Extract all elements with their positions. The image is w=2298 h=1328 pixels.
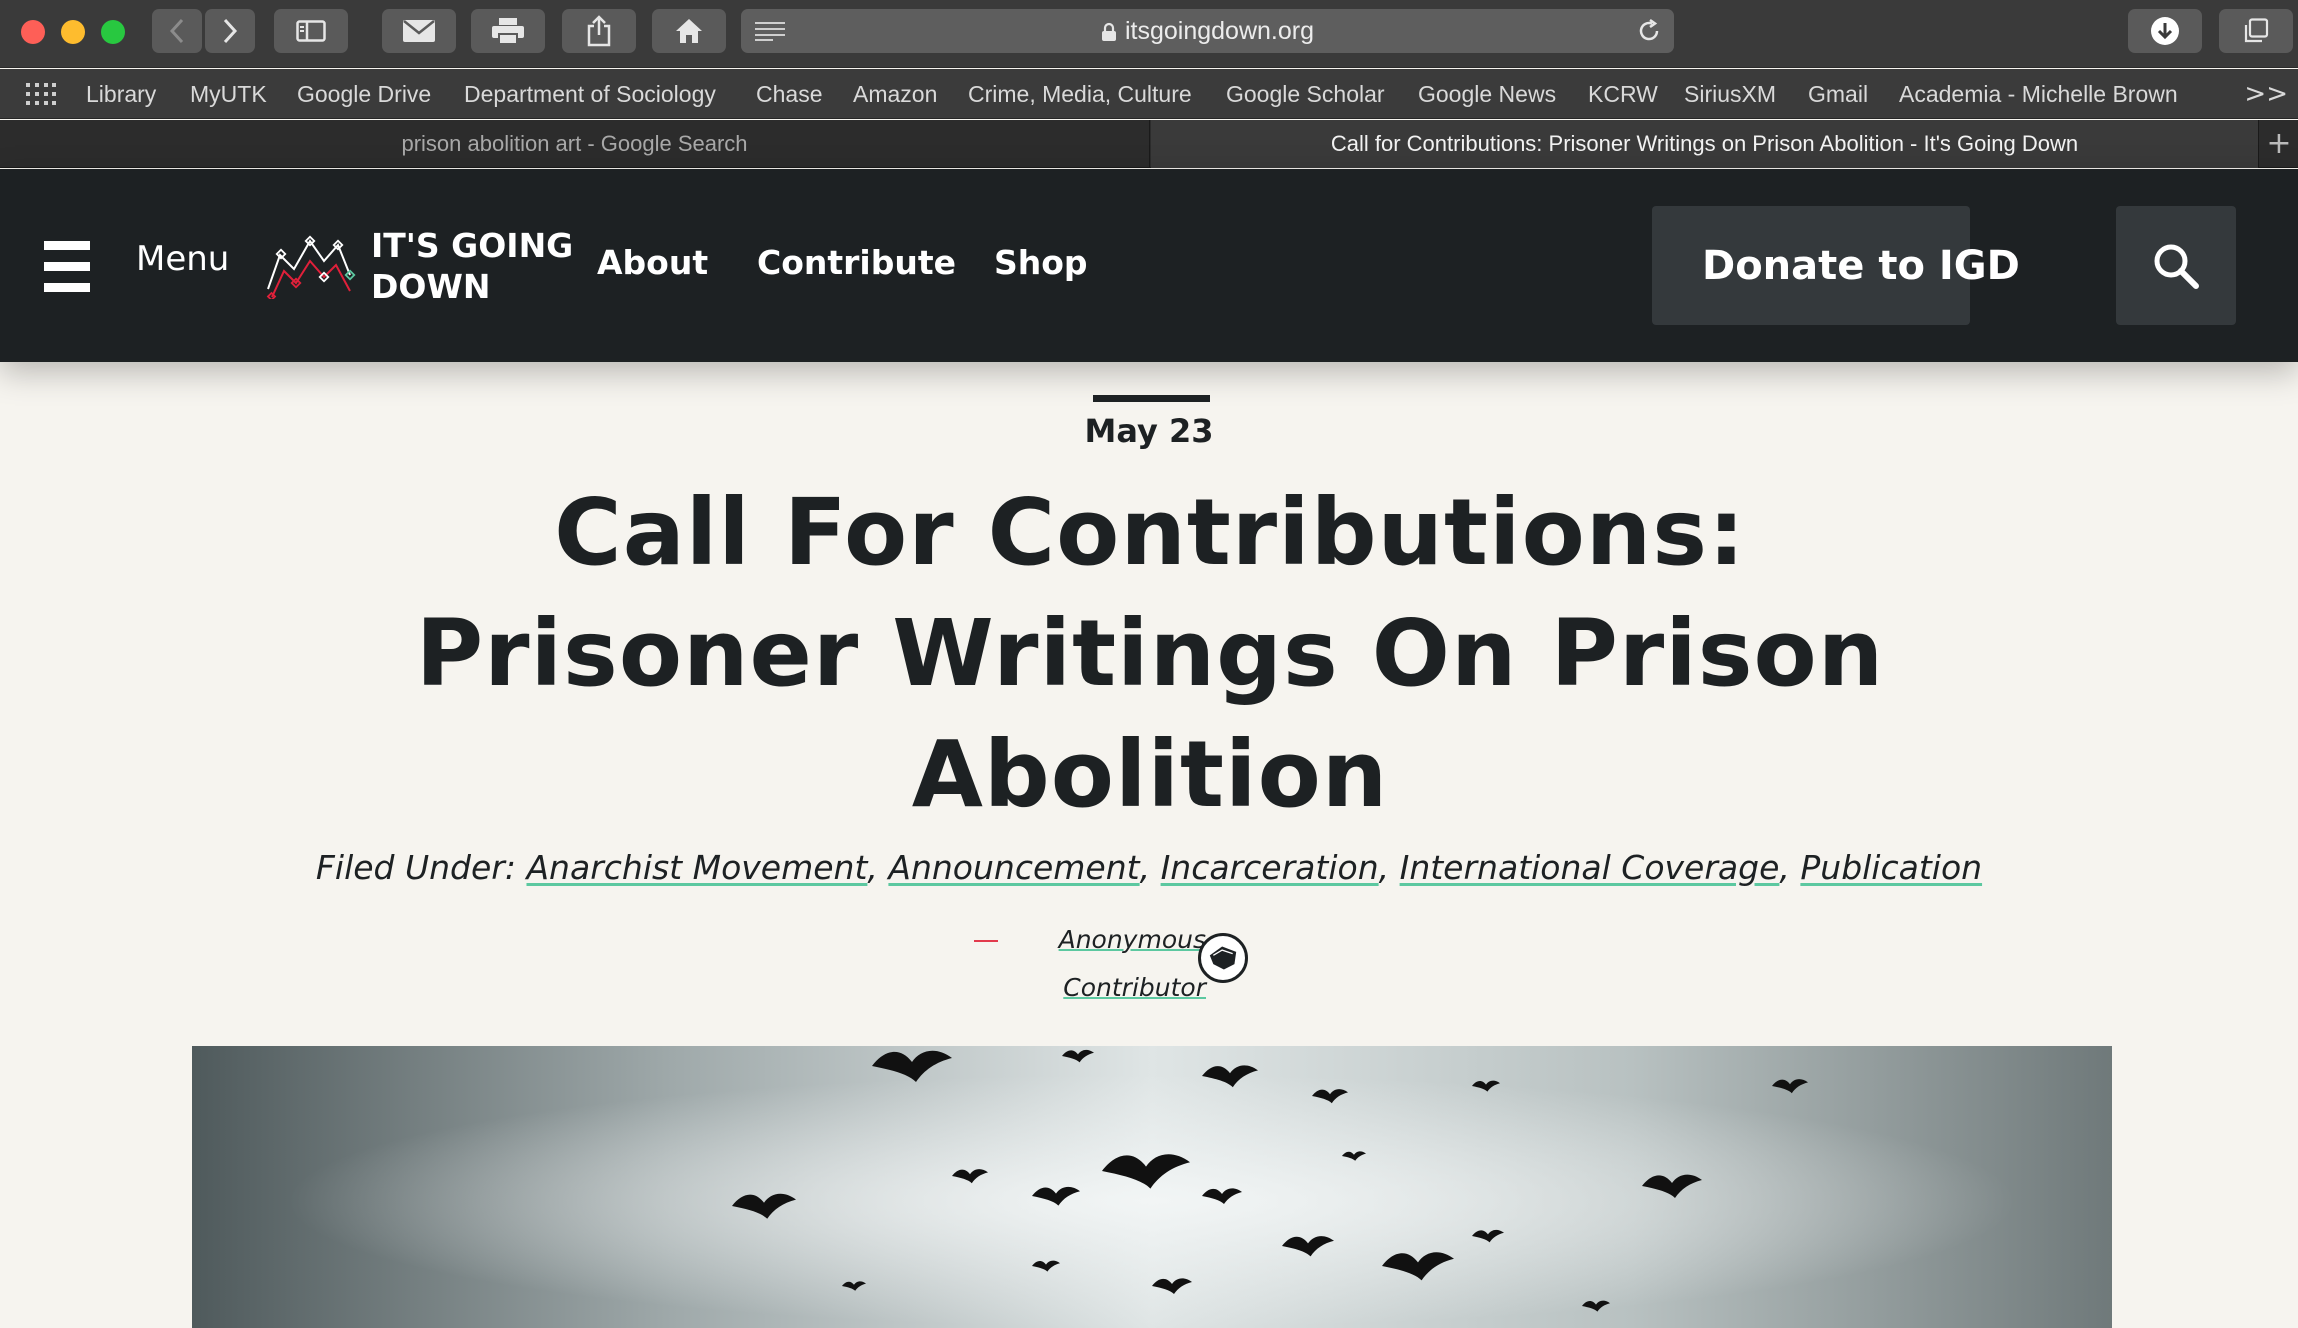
hamburger-menu-icon[interactable]: [44, 241, 90, 293]
author-dash: [974, 940, 998, 942]
address-bar[interactable]: itsgoingdown.org: [741, 9, 1674, 53]
new-tab-button[interactable]: +: [2260, 120, 2298, 168]
igd-logo-icon[interactable]: [266, 231, 356, 299]
bookmark-academia[interactable]: Academia - Michelle Brown: [1899, 69, 2178, 119]
search-button[interactable]: [2116, 206, 2236, 325]
download-icon: [2151, 17, 2179, 45]
tab-google-search[interactable]: prison abolition art - Google Search: [0, 120, 1150, 168]
bookmark-crime-media-culture[interactable]: Crime, Media, Culture: [968, 69, 1192, 119]
sidebar-icon: [296, 20, 326, 42]
site-header: Menu IT'S GOING DOWN About Contribute Sh…: [0, 169, 2298, 362]
home-button[interactable]: [652, 9, 726, 53]
bookmarks-bar: Library MyUTK Google Drive Department of…: [0, 69, 2298, 119]
bookmark-library[interactable]: Library: [86, 69, 156, 119]
nav-about[interactable]: About: [597, 243, 708, 282]
search-icon: [2154, 244, 2199, 289]
article-date: May 23: [1084, 412, 1214, 450]
category-link-international-coverage[interactable]: International Coverage: [1400, 848, 1780, 887]
bookmark-amazon[interactable]: Amazon: [853, 69, 937, 119]
forward-button[interactable]: [205, 9, 255, 53]
bookmark-gmail[interactable]: Gmail: [1808, 69, 1868, 119]
back-button[interactable]: [152, 9, 202, 53]
share-button[interactable]: [562, 9, 636, 53]
downloads-button[interactable]: [2128, 9, 2202, 53]
menu-label[interactable]: Menu: [136, 239, 229, 279]
window-close-button[interactable]: [21, 20, 45, 44]
printer-icon: [492, 18, 524, 45]
category-link-announcement[interactable]: Announcement: [888, 848, 1139, 887]
category-link-publication[interactable]: Publication: [1800, 848, 1982, 887]
bookmarks-overflow-button[interactable]: >>: [2244, 69, 2288, 119]
browser-toolbar: itsgoingdown.org: [0, 0, 2298, 68]
bookmark-chase[interactable]: Chase: [756, 69, 822, 119]
donate-button[interactable]: Donate to IGD: [1652, 206, 2020, 325]
grid-icon[interactable]: [26, 83, 56, 105]
window-zoom-button[interactable]: [101, 20, 125, 44]
bookmark-siriusxm[interactable]: SiriusXM: [1684, 69, 1776, 119]
share-icon: [587, 15, 611, 47]
chevron-right-icon: [223, 18, 238, 44]
category-link-incarceration[interactable]: Incarceration: [1161, 848, 1379, 887]
url-text: itsgoingdown.org: [1124, 17, 1314, 45]
tabs-overview-icon: [2244, 18, 2269, 43]
hero-image-birds: [192, 1046, 2112, 1328]
filed-under-label: Filed Under:: [315, 848, 516, 887]
bookmark-google-drive[interactable]: Google Drive: [297, 69, 431, 119]
tab-bar: prison abolition art - Google Search Cal…: [0, 120, 2298, 168]
nav-contribute[interactable]: Contribute: [757, 243, 956, 282]
print-button[interactable]: [471, 9, 545, 53]
date-rule: [1093, 395, 1210, 402]
tab-overview-button[interactable]: [2219, 9, 2293, 53]
category-link-anarchist-movement[interactable]: Anarchist Movement: [526, 848, 867, 887]
envelope-icon: [403, 20, 435, 42]
nav-shop[interactable]: Shop: [994, 243, 1088, 282]
author-avatar[interactable]: [1198, 933, 1248, 983]
article-title: Call For Contributions: Prisoner Writing…: [415, 479, 1885, 828]
filed-under: Filed Under: Anarchist Movement, Announc…: [315, 848, 1983, 887]
mail-button[interactable]: [382, 9, 456, 53]
site-logo-text[interactable]: IT'S GOING DOWN: [371, 225, 573, 307]
bookmark-myutk[interactable]: MyUTK: [190, 69, 267, 119]
tab-active-article[interactable]: Call for Contributions: Prisoner Writing…: [1151, 120, 2259, 168]
author-name-line2[interactable]: Contributor: [1063, 973, 1206, 1002]
lock-icon: [1101, 23, 1116, 42]
donate-label: Donate to IGD: [1702, 242, 2020, 289]
sidebar-button[interactable]: [274, 9, 348, 53]
chevron-left-icon: [169, 18, 184, 44]
bookmark-kcrw[interactable]: KCRW: [1588, 69, 1658, 119]
bookmark-google-news[interactable]: Google News: [1418, 69, 1556, 119]
author-byline[interactable]: Anonymous Contributor: [1006, 916, 1206, 1012]
bookmark-google-scholar[interactable]: Google Scholar: [1226, 69, 1385, 119]
window-minimize-button[interactable]: [61, 20, 85, 44]
reload-icon[interactable]: [1636, 18, 1662, 44]
author-name-line1[interactable]: Anonymous: [1059, 925, 1206, 954]
bookmark-department-of-sociology[interactable]: Department of Sociology: [464, 69, 716, 119]
home-icon: [676, 19, 702, 43]
